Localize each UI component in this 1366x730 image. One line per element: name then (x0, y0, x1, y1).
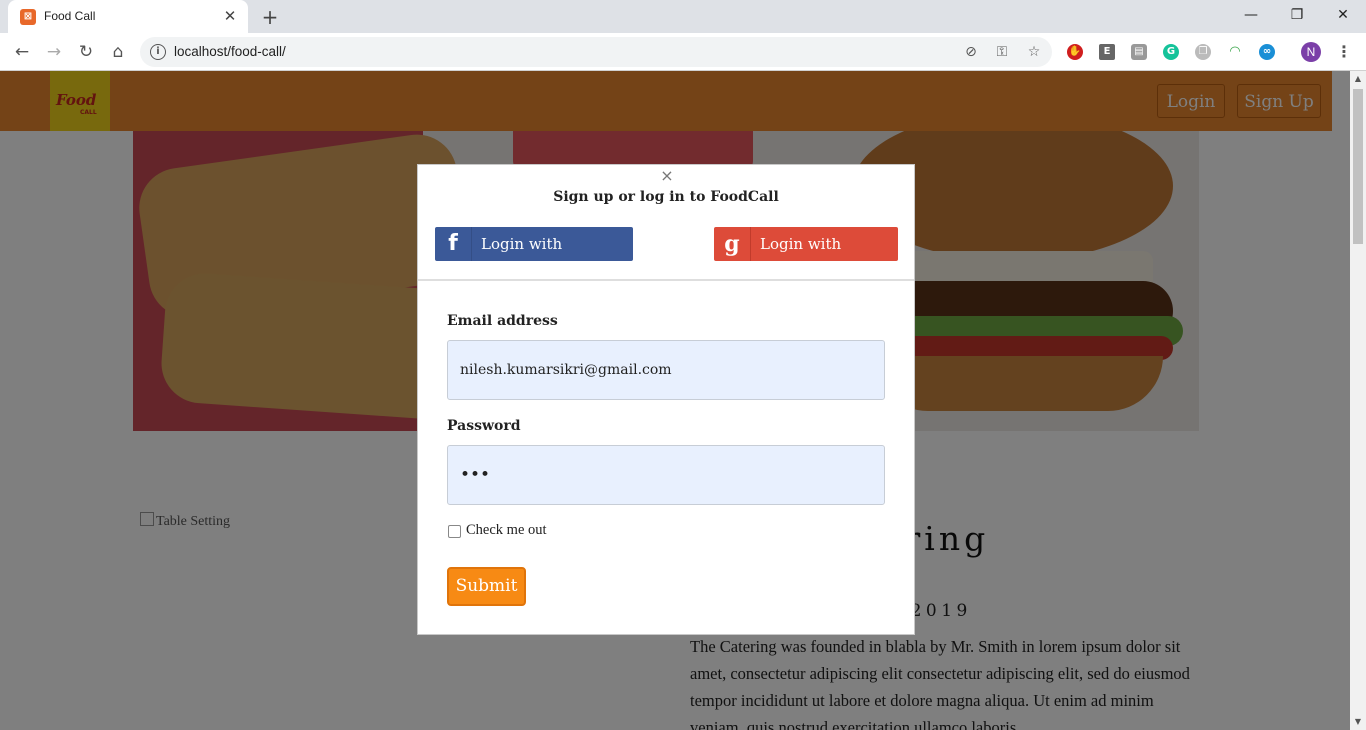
check-me-out-checkbox[interactable] (448, 525, 461, 538)
link-extension-icon[interactable]: ∞ (1259, 44, 1275, 60)
forward-icon[interactable]: → (42, 40, 66, 64)
page-scrollbar[interactable]: ▲ ▼ (1350, 71, 1366, 730)
browser-tab-strip: ⊠ Food Call ✕ + — ❐ ✕ (0, 0, 1366, 33)
tab-close-icon[interactable]: ✕ (220, 6, 240, 26)
home-icon[interactable]: ⌂ (106, 40, 130, 64)
google-button-label: Login with Google (760, 235, 842, 287)
extension-icon[interactable]: ▤ (1131, 44, 1147, 60)
camera-blocked-icon[interactable]: ⊘ (962, 43, 980, 61)
address-bar[interactable]: i localhost/food-call/ ⊘ ⚿ ☆ (140, 37, 1052, 67)
login-with-facebook-button[interactable]: f Login with Facebook (435, 227, 633, 287)
food-call-favicon-icon: ⊠ (20, 9, 36, 25)
menu-icon[interactable]: ⋮ (1336, 41, 1352, 63)
close-window-button[interactable]: ✕ (1320, 0, 1366, 30)
google-icon: g (714, 227, 751, 261)
login-with-google-button[interactable]: g Login with Google (714, 227, 898, 287)
email-label: Email address (447, 313, 558, 329)
modal-title: Sign up or log in to FoodCall (553, 189, 779, 205)
modal-close-icon[interactable]: × (658, 167, 676, 185)
password-field[interactable] (447, 445, 885, 505)
facebook-icon: f (435, 227, 472, 261)
back-icon[interactable]: ← (10, 40, 34, 64)
profile-avatar[interactable]: N (1301, 42, 1321, 62)
login-modal: × Sign up or log in to FoodCall f Login … (417, 164, 915, 635)
copy-extension-icon[interactable]: ❐ (1195, 44, 1211, 60)
evernote-extension-icon[interactable]: E (1099, 44, 1115, 60)
site-info-icon[interactable]: i (150, 44, 166, 60)
email-field[interactable] (447, 340, 885, 400)
grammarly-extension-icon[interactable]: G (1163, 44, 1179, 60)
submit-button[interactable]: Submit (447, 567, 526, 606)
bookmark-star-icon[interactable]: ☆ (1025, 43, 1043, 61)
browser-tab[interactable]: ⊠ Food Call ✕ (8, 0, 248, 33)
minimize-button[interactable]: — (1228, 0, 1274, 30)
password-label: Password (447, 418, 521, 434)
tab-title: Food Call (44, 9, 96, 23)
wifi-extension-icon[interactable]: ◠ (1227, 44, 1243, 60)
check-me-out-label[interactable]: Check me out (466, 522, 547, 539)
scroll-thumb[interactable] (1353, 89, 1363, 244)
browser-toolbar: ← → ↻ ⌂ i localhost/food-call/ ⊘ ⚿ ☆ ✋ E… (0, 33, 1366, 71)
scroll-up-icon[interactable]: ▲ (1350, 71, 1366, 87)
adblock-extension-icon[interactable]: ✋ (1067, 44, 1083, 60)
address-bar-url[interactable]: localhost/food-call/ (174, 44, 286, 59)
new-tab-button[interactable]: + (258, 5, 282, 29)
modal-divider (418, 279, 914, 281)
reload-icon[interactable]: ↻ (74, 40, 98, 64)
facebook-button-label: Login with Facebook (481, 235, 563, 287)
scroll-down-icon[interactable]: ▼ (1350, 714, 1366, 730)
key-icon[interactable]: ⚿ (993, 43, 1011, 61)
restore-button[interactable]: ❐ (1274, 0, 1320, 30)
